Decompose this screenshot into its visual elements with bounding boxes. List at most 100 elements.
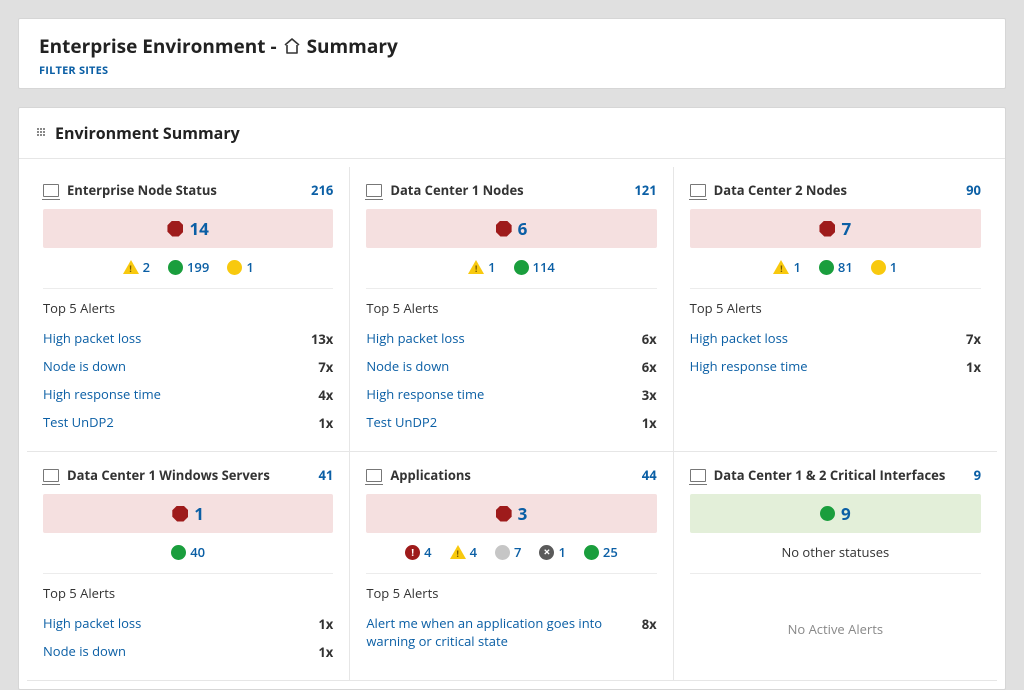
card-total-link[interactable]: 121 xyxy=(634,181,656,199)
status-item[interactable]: 7 xyxy=(495,543,521,561)
page-title-prefix: Enterprise Environment - xyxy=(39,33,277,59)
alert-link[interactable]: High response time xyxy=(690,358,808,376)
alert-row: High packet loss7x xyxy=(690,325,981,353)
critical-octagon-icon xyxy=(496,221,512,237)
warning-triangle-icon xyxy=(123,260,139,274)
status-item[interactable]: 1 xyxy=(871,258,897,276)
primary-status-count: 6 xyxy=(518,217,528,240)
status-item[interactable]: 4 xyxy=(405,543,431,561)
status-item[interactable]: 1 xyxy=(773,258,800,276)
primary-status-bar[interactable]: 14 xyxy=(43,209,333,248)
card-title: Data Center 1 Nodes xyxy=(390,181,523,199)
status-value: 7 xyxy=(514,543,521,561)
alert-row: High packet loss 13x xyxy=(43,325,333,353)
device-icon xyxy=(690,184,706,197)
alert-row: Test UnDP21x xyxy=(43,409,333,437)
up-circle-icon xyxy=(819,260,834,275)
warning-circle-icon xyxy=(227,260,242,275)
status-item[interactable]: 4 xyxy=(450,543,477,561)
no-other-statuses: No other statuses xyxy=(690,543,981,574)
status-item[interactable]: 1 xyxy=(468,258,495,276)
page-title-suffix: Summary xyxy=(307,33,398,59)
alert-link[interactable]: High response time xyxy=(43,386,161,404)
top-alerts-heading: Top 5 Alerts xyxy=(366,299,656,317)
status-item[interactable]: 1 xyxy=(227,258,253,276)
summary-card: Enterprise Node Status2161421991Top 5 Al… xyxy=(27,167,350,452)
status-value: 1 xyxy=(246,258,253,276)
primary-status-count: 7 xyxy=(841,217,851,240)
alert-link[interactable]: High packet loss xyxy=(366,330,464,348)
alert-link[interactable]: Node is down xyxy=(366,358,449,376)
card-header: Data Center 1 Nodes 121 xyxy=(366,181,656,199)
status-value: 1 xyxy=(890,258,897,276)
alert-link[interactable]: Test UnDP2 xyxy=(43,414,114,432)
status-value: 114 xyxy=(533,258,555,276)
primary-status-bar[interactable]: 6 xyxy=(366,209,656,248)
card-title: Data Center 1 & 2 Critical Interfaces xyxy=(714,466,946,484)
status-item[interactable]: 81 xyxy=(819,258,853,276)
status-value: 4 xyxy=(470,543,477,561)
alert-count: 6x xyxy=(642,358,657,376)
alert-link[interactable]: High packet loss xyxy=(43,330,141,348)
alert-row: Node is down 6x xyxy=(366,353,656,381)
status-item[interactable]: 199 xyxy=(168,258,209,276)
page-title: Enterprise Environment - Summary xyxy=(39,33,985,59)
card-total-link[interactable]: 216 xyxy=(311,181,333,199)
top-alerts-heading: Top 5 Alerts xyxy=(366,584,656,602)
alert-row: Node is down1x xyxy=(43,638,333,666)
alert-link[interactable]: Node is down xyxy=(43,643,126,661)
critical-circle-icon xyxy=(405,545,420,560)
device-icon xyxy=(690,469,706,482)
primary-status-bar[interactable]: 1 xyxy=(43,494,333,533)
primary-status-bar[interactable]: 7 xyxy=(690,209,981,248)
status-item[interactable]: 40 xyxy=(171,543,205,561)
alert-count: 4x xyxy=(318,386,333,404)
page-header: Enterprise Environment - Summary FILTER … xyxy=(18,18,1006,89)
primary-status-count: 1 xyxy=(194,502,204,525)
up-circle-icon xyxy=(168,260,183,275)
warning-triangle-icon xyxy=(468,260,484,274)
primary-status-bar[interactable]: 9 xyxy=(690,494,981,533)
home-icon xyxy=(283,38,301,54)
critical-octagon-icon xyxy=(167,221,183,237)
status-value: 4 xyxy=(424,543,431,561)
drag-handle-icon[interactable] xyxy=(37,128,47,138)
status-item[interactable]: 25 xyxy=(584,543,618,561)
summary-card: Data Center 1 & 2 Critical Interfaces 9 9 N… xyxy=(674,452,997,681)
card-total-link[interactable]: 44 xyxy=(642,466,657,484)
alert-row: High packet loss6x xyxy=(366,325,656,353)
primary-status-count: 14 xyxy=(189,217,208,240)
alert-link[interactable]: High packet loss xyxy=(690,330,788,348)
status-item[interactable]: 114 xyxy=(514,258,555,276)
alert-count: 13x xyxy=(311,330,333,348)
alert-link[interactable]: Node is down xyxy=(43,358,126,376)
summary-title: Environment Summary xyxy=(55,122,240,144)
card-title: Applications xyxy=(390,466,471,484)
alert-row: Alert me when an application goes into w… xyxy=(366,610,656,655)
status-value: 40 xyxy=(190,543,205,561)
card-header: Data Center 2 Nodes 90 xyxy=(690,181,981,199)
summary-header: Environment Summary xyxy=(19,108,1005,159)
status-item[interactable]: 2 xyxy=(123,258,150,276)
card-total-link[interactable]: 90 xyxy=(966,181,981,199)
alert-link[interactable]: High packet loss xyxy=(43,615,141,633)
card-title: Data Center 2 Nodes xyxy=(714,181,847,199)
card-total-link[interactable]: 9 xyxy=(974,466,981,484)
alert-count: 7x xyxy=(318,358,333,376)
card-header: Data Center 1 & 2 Critical Interfaces 9 xyxy=(690,466,981,484)
card-total-link[interactable]: 41 xyxy=(318,466,333,484)
alert-count: 1x xyxy=(318,615,333,633)
alert-link[interactable]: Test UnDP2 xyxy=(366,414,437,432)
primary-status-count: 3 xyxy=(518,502,528,525)
environment-summary-panel: Environment Summary Enterprise Node Stat… xyxy=(18,107,1006,690)
status-item[interactable]: 1 xyxy=(539,543,565,561)
filter-sites-link[interactable]: FILTER SITES xyxy=(39,63,985,78)
up-circle-icon xyxy=(584,545,599,560)
alert-link[interactable]: High response time xyxy=(366,386,484,404)
top-alerts-heading: Top 5 Alerts xyxy=(690,299,981,317)
alert-row: Node is down 7x xyxy=(43,353,333,381)
alert-row: High response time1x xyxy=(690,353,981,381)
status-value: 81 xyxy=(838,258,853,276)
primary-status-bar[interactable]: 3 xyxy=(366,494,656,533)
alert-link[interactable]: Alert me when an application goes into w… xyxy=(366,615,631,650)
